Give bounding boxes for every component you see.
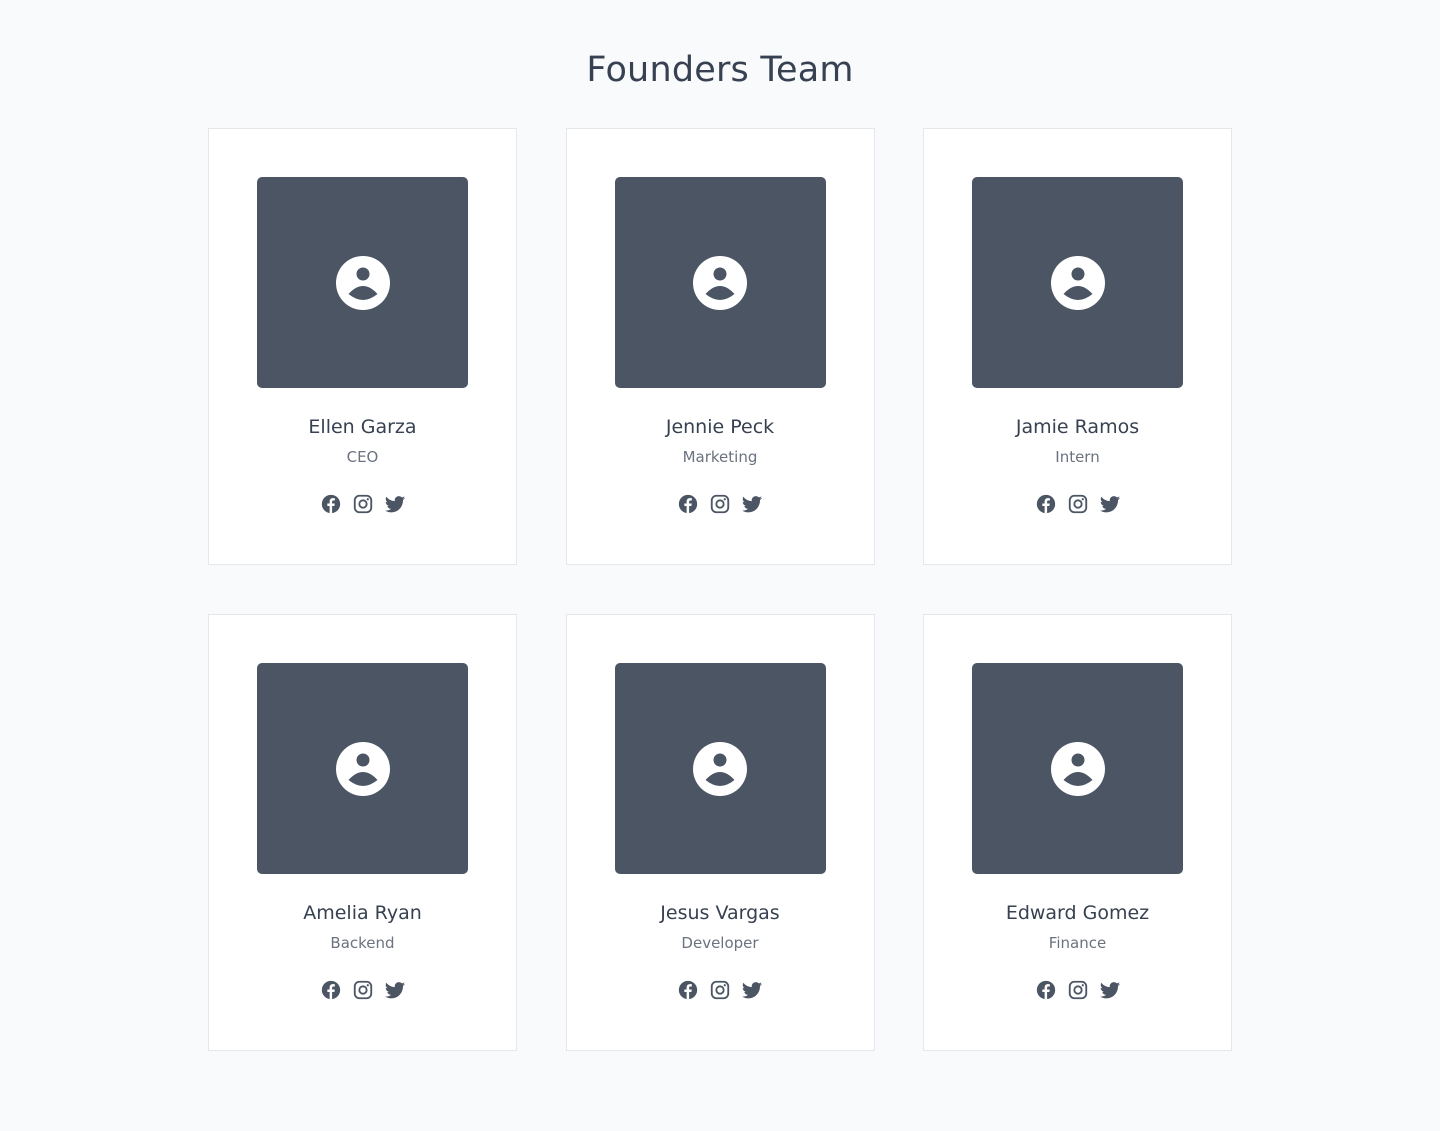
member-photo [614, 177, 826, 388]
user-circle-icon [693, 741, 747, 796]
member-name: Edward Gomez [1005, 902, 1150, 924]
member-name: Jennie Peck [665, 416, 775, 438]
instagram-link[interactable] [352, 493, 374, 515]
twitter-link[interactable] [741, 493, 763, 515]
team-member-card: Amelia Ryan Backend [208, 614, 517, 1051]
facebook-link[interactable] [320, 979, 342, 1001]
social-links [924, 979, 1231, 1001]
instagram-link[interactable] [352, 979, 374, 1001]
member-photo [257, 177, 468, 388]
facebook-link[interactable] [320, 493, 342, 515]
member-name: Amelia Ryan [303, 902, 422, 924]
facebook-link[interactable] [1035, 493, 1057, 515]
team-member-card: Jamie Ramos Intern [923, 128, 1232, 565]
member-role: Developer [681, 934, 759, 952]
instagram-link[interactable] [1067, 493, 1089, 515]
member-role: Marketing [682, 448, 758, 466]
facebook-icon [678, 980, 698, 1000]
member-photo [972, 177, 1183, 388]
member-photo [614, 663, 826, 874]
twitter-icon [1099, 982, 1120, 999]
twitter-link[interactable] [1099, 493, 1121, 515]
instagram-icon [710, 494, 730, 514]
user-circle-icon [335, 741, 390, 796]
team-member-card: Ellen Garza CEO [208, 128, 517, 565]
member-role: Finance [1048, 934, 1107, 952]
team-member-card: Jesus Vargas Developer [565, 614, 875, 1051]
facebook-icon [321, 980, 340, 1000]
user-circle-icon [1050, 741, 1105, 796]
twitter-icon [741, 496, 763, 513]
member-role: CEO [346, 448, 379, 466]
page-title: Founders Team [586, 50, 854, 90]
social-links [209, 979, 516, 1001]
social-links [567, 493, 874, 515]
social-links [924, 493, 1231, 515]
twitter-icon [384, 496, 405, 513]
twitter-icon [1099, 496, 1120, 513]
twitter-link[interactable] [384, 979, 406, 1001]
instagram-icon [710, 980, 730, 1000]
team-grid: Ellen Garza CEO Jennie Peck Marketing Ja… [208, 128, 1232, 1051]
facebook-icon [678, 494, 698, 514]
social-links [567, 979, 874, 1001]
member-role: Backend [330, 934, 395, 952]
instagram-link[interactable] [709, 979, 731, 1001]
instagram-icon [353, 494, 372, 514]
twitter-icon [384, 982, 405, 999]
member-photo [257, 663, 468, 874]
instagram-link[interactable] [1067, 979, 1089, 1001]
user-circle-icon [693, 255, 747, 310]
twitter-link[interactable] [741, 979, 763, 1001]
instagram-icon [1068, 494, 1087, 514]
facebook-link[interactable] [677, 493, 699, 515]
member-photo [972, 663, 1183, 874]
instagram-icon [353, 980, 372, 1000]
instagram-icon [1068, 980, 1087, 1000]
user-circle-icon [335, 255, 390, 310]
facebook-icon [1036, 980, 1055, 1000]
member-role: Intern [1055, 448, 1100, 466]
facebook-icon [1036, 494, 1055, 514]
member-name: Jesus Vargas [660, 902, 780, 924]
member-name: Jamie Ramos [1015, 416, 1140, 438]
social-links [209, 493, 516, 515]
twitter-link[interactable] [384, 493, 406, 515]
team-member-card: Edward Gomez Finance [923, 614, 1232, 1051]
instagram-link[interactable] [709, 493, 731, 515]
user-circle-icon [1050, 255, 1105, 310]
team-member-card: Jennie Peck Marketing [565, 128, 875, 565]
member-name: Ellen Garza [308, 416, 417, 438]
facebook-icon [321, 494, 340, 514]
twitter-icon [741, 982, 763, 999]
twitter-link[interactable] [1099, 979, 1121, 1001]
facebook-link[interactable] [1035, 979, 1057, 1001]
facebook-link[interactable] [677, 979, 699, 1001]
